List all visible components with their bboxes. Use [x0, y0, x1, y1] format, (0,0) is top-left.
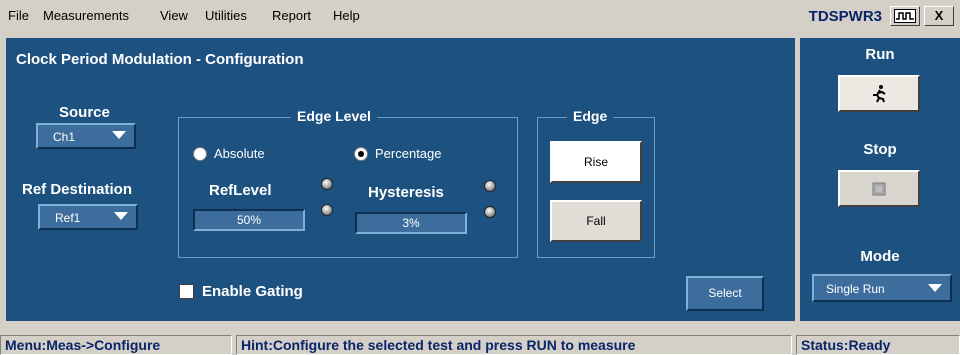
menu-measurements[interactable]: Measurements [43, 8, 129, 23]
source-dropdown[interactable]: Ch1 [36, 123, 136, 149]
source-label: Source [59, 104, 110, 121]
page-title: Clock Period Modulation - Configuration [16, 51, 304, 68]
status-menu-path: Menu:Meas->Configure [0, 335, 232, 355]
chevron-down-icon [928, 284, 942, 292]
ref-destination-label: Ref Destination [22, 181, 133, 198]
hysteresis-label: Hysteresis [368, 184, 444, 201]
hysteresis-field[interactable]: 3% [355, 212, 467, 234]
reflevel-field[interactable]: 50% [193, 209, 305, 231]
hysteresis-knob-icon[interactable] [484, 206, 496, 218]
chevron-down-icon [112, 131, 126, 139]
percentage-radio[interactable] [354, 147, 368, 161]
close-button[interactable]: X [924, 6, 954, 26]
edge-caption: Edge [567, 108, 614, 124]
menu-view[interactable]: View [160, 8, 188, 23]
status-bar: Menu:Meas->Configure Hint:Configure the … [0, 334, 960, 355]
waveform-icon [894, 9, 916, 23]
stop-square-icon [872, 182, 886, 196]
source-value: Ch1 [53, 130, 76, 144]
status-state: Status:Ready [796, 335, 960, 355]
mode-dropdown[interactable]: Single Run [812, 274, 952, 302]
ref-destination-dropdown[interactable]: Ref1 [38, 204, 138, 230]
menu-utilities[interactable]: Utilities [205, 8, 247, 23]
percentage-label: Percentage [375, 146, 442, 161]
select-button[interactable]: Select [686, 276, 764, 311]
control-panel: Run Stop Mode Single Run [800, 38, 960, 321]
waveform-button[interactable] [890, 6, 920, 26]
edge-level-caption: Edge Level [291, 108, 377, 124]
reflevel-label: RefLevel [209, 182, 272, 199]
app-name: TDSPWR3 [808, 8, 882, 25]
run-button[interactable] [838, 75, 920, 112]
ref-destination-value: Ref1 [55, 211, 81, 225]
stop-button[interactable] [838, 170, 920, 207]
rise-button[interactable]: Rise [550, 141, 642, 183]
status-hint: Hint:Configure the selected test and pre… [236, 335, 792, 355]
configuration-panel: Clock Period Modulation - Configuration … [6, 38, 795, 321]
reflevel-knob-icon[interactable] [321, 178, 333, 190]
reflevel-knob-icon[interactable] [321, 204, 333, 216]
mode-value: Single Run [826, 282, 885, 296]
mode-label: Mode [860, 248, 900, 265]
menu-help[interactable]: Help [333, 8, 360, 23]
fall-button[interactable]: Fall [550, 200, 642, 242]
menu-report[interactable]: Report [272, 8, 311, 23]
enable-gating-checkbox[interactable] [179, 284, 194, 299]
absolute-label: Absolute [214, 146, 265, 161]
enable-gating-label: Enable Gating [202, 283, 303, 300]
stop-label: Stop [863, 141, 897, 158]
chevron-down-icon [114, 212, 128, 220]
absolute-radio[interactable] [193, 147, 207, 161]
menu-file[interactable]: File [8, 8, 29, 23]
hysteresis-knob-icon[interactable] [484, 180, 496, 192]
menu-bar: File Measurements View Utilities Report … [0, 0, 960, 34]
run-label: Run [865, 46, 895, 63]
running-man-icon [873, 85, 886, 103]
